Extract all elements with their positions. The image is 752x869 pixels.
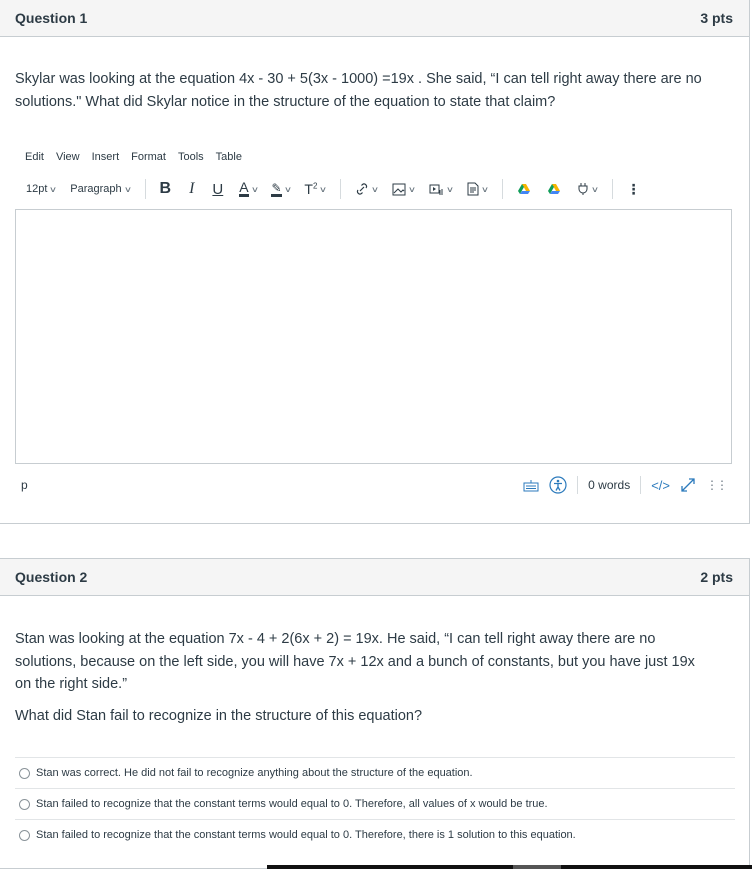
toolbar-divider — [611, 179, 613, 199]
image-button[interactable]: ∨ — [392, 183, 417, 196]
question-2-title: Question 2 — [15, 569, 88, 585]
answer-option-1[interactable]: Stan was correct. He did not fail to rec… — [15, 757, 735, 788]
element-path[interactable]: p — [15, 478, 28, 492]
question-1: Question 1 3 pts Skylar was looking at t… — [0, 0, 750, 524]
keyboard-icon[interactable] — [523, 479, 539, 492]
text-color-icon: A — [239, 179, 249, 197]
highlight-icon: ✎ — [271, 180, 282, 197]
question-1-title: Question 1 — [15, 10, 88, 26]
font-size-select[interactable]: 12pt ∨ — [26, 183, 58, 195]
toolbar-divider — [501, 179, 503, 199]
radio-button[interactable] — [19, 798, 30, 810]
chevron-down-icon: ∨ — [407, 184, 417, 194]
link-icon — [357, 183, 368, 195]
text-color-button[interactable]: A ∨ — [239, 179, 259, 197]
google-drive-icon — [517, 184, 530, 194]
google-drive-button-2[interactable] — [547, 183, 561, 195]
status-divider — [640, 476, 642, 494]
more-icon: ⋮ — [626, 180, 641, 197]
toolbar-divider — [144, 179, 146, 199]
word-count[interactable]: 0 words — [588, 478, 630, 492]
link-button[interactable]: ∨ — [355, 182, 380, 196]
media-icon — [429, 184, 443, 195]
media-button[interactable]: ∨ — [429, 183, 454, 196]
scrollbar-thumb[interactable] — [513, 865, 561, 869]
question-2-header: Question 2 2 pts — [0, 559, 749, 596]
google-drive-icon-2 — [547, 184, 560, 194]
menu-insert[interactable]: Insert — [92, 151, 120, 163]
question-2-points: 2 pts — [700, 569, 733, 585]
document-button[interactable]: ∨ — [467, 182, 489, 196]
horizontal-scrollbar[interactable] — [267, 865, 752, 869]
answer-label: Stan failed to recognize that the consta… — [36, 798, 548, 810]
block-format-select[interactable]: Paragraph ∨ — [70, 183, 132, 195]
editor-toolbar: 12pt ∨ Paragraph ∨ B I U A ∨ ✎ ∨ T2 ∨ ∨ … — [0, 172, 740, 206]
question-2-text: Stan was looking at the equation 7x - 4 … — [15, 631, 695, 692]
plugin-button[interactable]: ∨ — [577, 182, 599, 196]
chevron-down-icon: ∨ — [250, 184, 259, 194]
superscript-button[interactable]: T2 ∨ — [304, 181, 328, 197]
editor-statusbar: p 0 words </> ⋮⋮ — [15, 472, 732, 498]
block-format-value: Paragraph — [70, 183, 122, 195]
menu-tools[interactable]: Tools — [178, 151, 204, 163]
answer-editor[interactable] — [15, 209, 732, 464]
superscript-icon: T2 — [304, 181, 318, 197]
chevron-down-icon: ∨ — [49, 184, 58, 194]
html-editor-toggle[interactable]: </> — [651, 478, 670, 493]
italic-button[interactable]: I — [189, 180, 194, 198]
google-drive-button[interactable] — [517, 183, 531, 195]
image-icon — [392, 183, 406, 195]
bold-icon: B — [159, 180, 172, 197]
font-size-value: 12pt — [26, 183, 48, 195]
status-divider — [577, 476, 579, 494]
answer-option-2[interactable]: Stan failed to recognize that the consta… — [15, 788, 735, 819]
chevron-down-icon: ∨ — [590, 184, 599, 194]
question-2: Question 2 2 pts Stan was looking at the… — [0, 558, 750, 869]
italic-icon: I — [189, 180, 195, 197]
menu-format[interactable]: Format — [131, 151, 166, 163]
question-2-prompt: What did Stan fail to recognize in the s… — [15, 708, 423, 724]
answer-label: Stan failed to recognize that the consta… — [36, 829, 576, 841]
more-button[interactable]: ⋮ — [627, 181, 641, 198]
toolbar-divider — [340, 179, 342, 199]
bold-button[interactable]: B — [160, 180, 172, 198]
plugin-icon — [578, 183, 588, 195]
editor-menubar: Edit View Insert Format Tools Table — [0, 151, 242, 163]
resize-handle-icon[interactable]: ⋮⋮ — [706, 478, 728, 492]
accessibility-icon[interactable] — [549, 476, 567, 494]
chevron-down-icon: ∨ — [123, 184, 132, 194]
chevron-down-icon: ∨ — [283, 184, 292, 194]
underline-icon: U — [212, 180, 224, 198]
chevron-down-icon: ∨ — [480, 184, 489, 194]
question-1-points: 3 pts — [700, 10, 733, 26]
highlight-button[interactable]: ✎ ∨ — [271, 180, 292, 197]
menu-view[interactable]: View — [56, 151, 80, 163]
menu-edit[interactable]: Edit — [25, 151, 44, 163]
chevron-down-icon: ∨ — [445, 184, 454, 194]
chevron-down-icon: ∨ — [319, 184, 328, 194]
fullscreen-icon[interactable] — [680, 477, 696, 493]
answer-list: Stan was correct. He did not fail to rec… — [0, 757, 750, 850]
answer-label: Stan was correct. He did not fail to rec… — [36, 767, 473, 779]
question-1-text: Skylar was looking at the equation 4x - … — [15, 71, 702, 110]
chevron-down-icon: ∨ — [371, 184, 380, 194]
question-1-header: Question 1 3 pts — [0, 0, 749, 37]
radio-button[interactable] — [19, 829, 30, 841]
answer-option-3[interactable]: Stan failed to recognize that the consta… — [15, 819, 735, 850]
menu-table[interactable]: Table — [216, 151, 242, 163]
document-icon — [467, 182, 479, 196]
underline-button[interactable]: U — [212, 181, 223, 198]
radio-button[interactable] — [19, 767, 30, 779]
